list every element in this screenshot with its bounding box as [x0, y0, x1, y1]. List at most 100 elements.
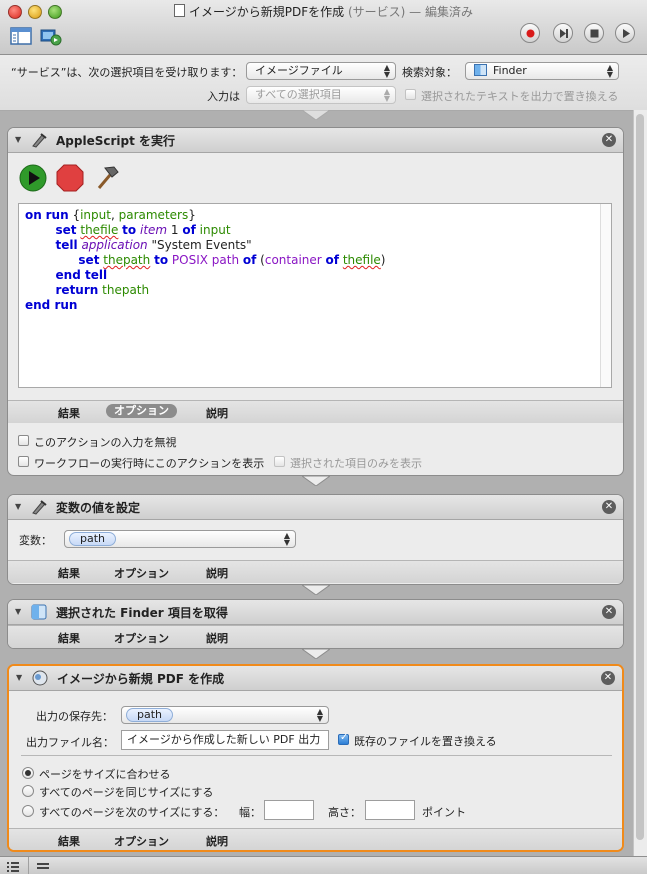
tab-description[interactable]: 説明 — [206, 565, 228, 581]
log-view-icon[interactable] — [36, 859, 50, 873]
var-parameters: parameters — [118, 208, 189, 222]
variable-icon — [32, 500, 47, 515]
disclosure-triangle-icon[interactable]: ▼ — [15, 502, 21, 511]
run-script-icon[interactable] — [18, 163, 48, 193]
kw-set: set — [55, 223, 77, 237]
action-header: ▼ 選択された Finder 項目を取得 ✕ — [8, 600, 623, 625]
action-tabs: 結果 オプション 説明 — [8, 625, 623, 648]
radio-custom-label: すべてのページを次のサイズにする： — [39, 806, 225, 819]
show-selected-only-checkbox[interactable] — [274, 456, 285, 467]
height-input[interactable] — [365, 800, 415, 820]
action-title: イメージから新規 PDF を作成 — [57, 672, 225, 686]
radio-fit-page[interactable] — [22, 767, 34, 779]
receives-label: “サービス”は、次の選択項目を受け取ります： — [11, 66, 243, 79]
tab-options[interactable]: オプション — [114, 833, 169, 849]
kw-on: on — [25, 208, 42, 222]
document-icon — [174, 4, 186, 17]
service-header: “サービス”は、次の選択項目を受け取ります： イメージファイル ▲ ▼ 検索対象：… — [0, 55, 647, 111]
receives-popup[interactable]: イメージファイル ▲ ▼ — [246, 62, 396, 80]
radio-custom-size[interactable] — [22, 805, 34, 817]
filename-label: 出力ファイル名： — [26, 736, 114, 749]
window-title-suffix: (サービス) — 編集済み — [347, 5, 473, 19]
replace-existing-checkbox[interactable] — [338, 732, 349, 745]
action-header: ▼ イメージから新規 PDF を作成 ✕ — [9, 666, 622, 691]
script-editor[interactable]: on run {input, parameters} set thefile t… — [18, 203, 612, 388]
search-target-label: 検索対象： — [402, 66, 457, 79]
action-title: 選択された Finder 項目を取得 — [56, 606, 228, 620]
script-code: on run {input, parameters} set thefile t… — [25, 208, 385, 313]
code-text: 1 — [167, 223, 183, 237]
tab-description[interactable]: 説明 — [206, 630, 228, 646]
divider — [28, 857, 29, 874]
tab-results[interactable]: 結果 — [58, 405, 80, 421]
flow-connector-icon — [302, 476, 330, 486]
variable-popup[interactable]: path ▲ ▼ — [64, 530, 296, 548]
kw-tell: tell — [55, 238, 78, 252]
points-label: ポイント — [422, 806, 466, 819]
code-text: } — [188, 208, 196, 222]
tab-options[interactable]: オプション — [114, 565, 169, 581]
popup-arrows-icon: ▲ ▼ — [606, 63, 613, 79]
input-popup[interactable]: すべての選択項目 ▲ ▼ — [246, 86, 396, 104]
workflow-scrollbar[interactable] — [633, 110, 647, 856]
compile-hammer-icon[interactable] — [92, 163, 122, 193]
stop-script-icon[interactable] — [55, 163, 85, 193]
close-icon[interactable]: ✕ — [602, 133, 616, 147]
replace-text-checkbox[interactable] — [405, 89, 416, 100]
window-title-text: イメージから新規PDFを作成 — [189, 5, 345, 19]
kw-of: of — [182, 223, 196, 237]
flow-connector-icon — [302, 649, 330, 659]
var-input: input — [80, 208, 111, 222]
step-button[interactable] — [553, 23, 573, 43]
tab-results[interactable]: 結果 — [58, 565, 80, 581]
disclosure-triangle-icon[interactable]: ▼ — [15, 135, 21, 144]
width-input[interactable] — [264, 800, 314, 820]
save-to-token: path — [126, 708, 174, 722]
preview-icon — [32, 670, 48, 686]
code-text: ) — [380, 253, 386, 267]
close-icon[interactable]: ✕ — [602, 500, 616, 514]
editor-scrollbar[interactable] — [600, 204, 611, 387]
close-icon[interactable]: ✕ — [602, 605, 616, 619]
filename-input[interactable]: イメージから作成した新しい PDF 出力 — [121, 730, 329, 750]
tab-options[interactable]: オプション — [114, 630, 169, 646]
finder-icon — [474, 64, 487, 76]
stop-button[interactable] — [584, 23, 604, 43]
disclosure-triangle-icon[interactable]: ▼ — [16, 673, 22, 682]
save-to-popup[interactable]: path ▲ ▼ — [121, 706, 329, 724]
close-icon[interactable]: ✕ — [601, 671, 615, 685]
action-get-finder-items: ▼ 選択された Finder 項目を取得 ✕ 結果 オプション 説明 — [7, 599, 624, 649]
var-thefile: thefile — [80, 223, 119, 237]
tab-description[interactable]: 説明 — [206, 833, 228, 849]
show-on-run-checkbox[interactable] — [18, 456, 29, 467]
media-icon[interactable] — [40, 25, 62, 47]
library-icon[interactable] — [10, 25, 32, 47]
code-text: { — [68, 208, 81, 222]
radio-same-size[interactable] — [22, 785, 34, 797]
scrollbar-thumb[interactable] — [636, 114, 644, 840]
search-target-popup[interactable]: Finder ▲ ▼ — [465, 62, 619, 80]
code-text: ( — [256, 253, 265, 267]
tab-results[interactable]: 結果 — [58, 833, 80, 849]
run-button[interactable] — [615, 23, 635, 43]
var-input: input — [199, 223, 231, 237]
tab-results[interactable]: 結果 — [58, 630, 80, 646]
width-label: 幅： — [239, 806, 261, 819]
show-selected-only-label: 選択された項目のみを表示 — [290, 457, 422, 470]
tab-options[interactable]: オプション — [106, 404, 177, 418]
automator-window: イメージから新規PDFを作成 (サービス) — 編集済み “サービス”は、次の選… — [0, 0, 647, 874]
var-thepath: thepath — [102, 283, 150, 297]
record-button[interactable] — [520, 23, 540, 43]
ignore-input-checkbox[interactable] — [18, 435, 29, 446]
prop-posix-path: POSIX path — [171, 253, 240, 267]
popup-arrows-icon: ▲ ▼ — [383, 87, 390, 103]
list-view-icon[interactable] — [6, 859, 20, 873]
action-applescript: ▼ AppleScript を実行 ✕ on run {input, param… — [7, 127, 624, 476]
show-on-run-label: ワークフローの実行時にこのアクションを表示 — [34, 457, 265, 470]
radio-same-label: すべてのページを同じサイズにする — [39, 786, 214, 799]
class-application: application — [81, 238, 148, 252]
kw-end-tell: end tell — [55, 268, 108, 282]
disclosure-triangle-icon[interactable]: ▼ — [15, 607, 21, 616]
tab-description[interactable]: 説明 — [206, 405, 228, 421]
action-tabs: 結果 オプション 説明 — [9, 828, 622, 850]
